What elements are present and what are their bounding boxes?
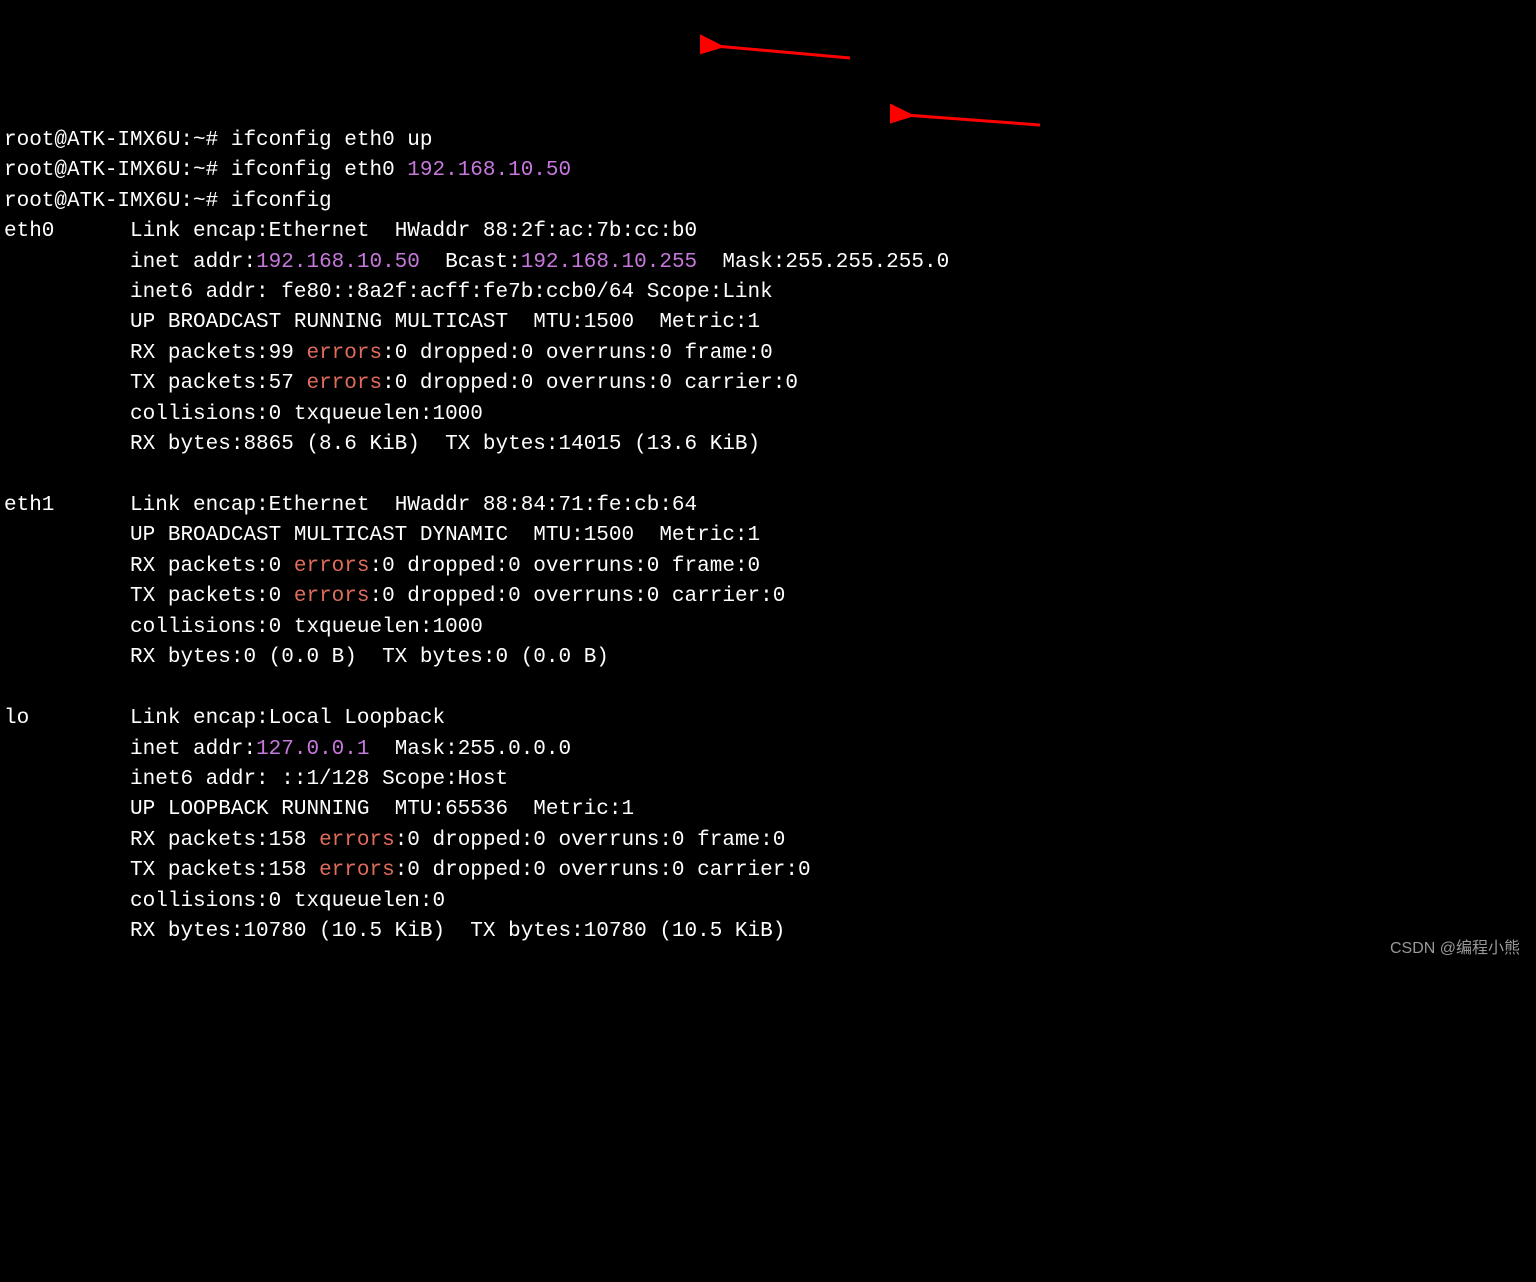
errors-label: errors	[319, 859, 395, 882]
lo-inet-pre: inet addr:	[130, 738, 256, 761]
cmd-ip-value: 192.168.10.50	[407, 159, 571, 182]
eth0-inet-pre: inet addr:	[130, 251, 256, 274]
prompt: root@ATK-IMX6U:~#	[4, 190, 231, 213]
eth1-tx-a: TX packets:0	[130, 585, 294, 608]
terminal-output[interactable]: root@ATK-IMX6U:~# ifconfig eth0 up root@…	[4, 126, 1532, 948]
eth0-flags: UP BROADCAST RUNNING MULTICAST MTU:1500 …	[130, 311, 760, 334]
eth0-tx-a: TX packets:57	[130, 372, 306, 395]
errors-label: errors	[294, 555, 370, 578]
prompt: root@ATK-IMX6U:~#	[4, 129, 231, 152]
prompt: root@ATK-IMX6U:~#	[4, 159, 231, 182]
iface-eth0: eth0	[4, 220, 54, 243]
eth0-bcast: 192.168.10.255	[521, 251, 697, 274]
eth1-rx-b: :0 dropped:0 overruns:0 frame:0	[369, 555, 760, 578]
eth0-link: Link encap:Ethernet HWaddr 88:2f:ac:7b:c…	[130, 220, 697, 243]
eth1-bytes: RX bytes:0 (0.0 B) TX bytes:0 (0.0 B)	[130, 646, 609, 669]
eth0-coll: collisions:0 txqueuelen:1000	[130, 403, 483, 426]
eth0-bcast-pre: Bcast:	[420, 251, 521, 274]
iface-lo: lo	[4, 707, 29, 730]
lo-rx-b: :0 dropped:0 overruns:0 frame:0	[395, 829, 786, 852]
cmd-ifconfig-ip-pre: ifconfig eth0	[231, 159, 407, 182]
lo-link: Link encap:Local Loopback	[130, 707, 445, 730]
eth0-inet-addr: 192.168.10.50	[256, 251, 420, 274]
lo-tx-a: TX packets:158	[130, 859, 319, 882]
eth0-mask: Mask:255.255.255.0	[697, 251, 949, 274]
eth0-rx-b: :0 dropped:0 overruns:0 frame:0	[382, 342, 773, 365]
errors-label: errors	[306, 372, 382, 395]
errors-label: errors	[294, 585, 370, 608]
eth1-tx-b: :0 dropped:0 overruns:0 carrier:0	[369, 585, 785, 608]
lo-mask: Mask:255.0.0.0	[369, 738, 571, 761]
annotation-arrow-2	[890, 100, 1050, 140]
iface-eth1: eth1	[4, 494, 54, 517]
lo-flags: UP LOOPBACK RUNNING MTU:65536 Metric:1	[130, 798, 634, 821]
eth0-bytes: RX bytes:8865 (8.6 KiB) TX bytes:14015 (…	[130, 433, 760, 456]
lo-bytes: RX bytes:10780 (10.5 KiB) TX bytes:10780…	[130, 920, 785, 943]
lo-coll: collisions:0 txqueuelen:0	[130, 890, 445, 913]
eth1-rx-a: RX packets:0	[130, 555, 294, 578]
lo-inet6: inet6 addr: ::1/128 Scope:Host	[130, 768, 508, 791]
eth1-coll: collisions:0 txqueuelen:1000	[130, 616, 483, 639]
eth1-link: Link encap:Ethernet HWaddr 88:84:71:fe:c…	[130, 494, 697, 517]
watermark: CSDN @编程小熊	[1390, 937, 1520, 960]
eth0-tx-b: :0 dropped:0 overruns:0 carrier:0	[382, 372, 798, 395]
eth1-flags: UP BROADCAST MULTICAST DYNAMIC MTU:1500 …	[130, 524, 760, 547]
lo-tx-b: :0 dropped:0 overruns:0 carrier:0	[395, 859, 811, 882]
lo-rx-a: RX packets:158	[130, 829, 319, 852]
errors-label: errors	[306, 342, 382, 365]
lo-inet-addr: 127.0.0.1	[256, 738, 369, 761]
eth0-inet6: inet6 addr: fe80::8a2f:acff:fe7b:ccb0/64…	[130, 281, 773, 304]
errors-label: errors	[319, 829, 395, 852]
cmd-ifconfig: ifconfig	[231, 190, 332, 213]
cmd-ifconfig-up: ifconfig eth0 up	[231, 129, 433, 152]
eth0-rx-a: RX packets:99	[130, 342, 306, 365]
annotation-arrow-1	[700, 28, 860, 68]
